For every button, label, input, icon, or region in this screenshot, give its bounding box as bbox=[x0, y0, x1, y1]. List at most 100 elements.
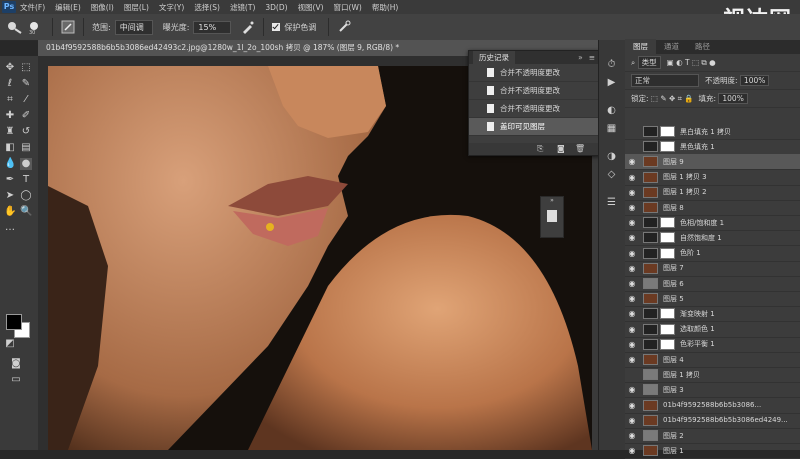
ellipse-tool-icon[interactable]: ◯ bbox=[20, 190, 32, 202]
brush-size-icon[interactable]: 30 bbox=[26, 19, 44, 35]
more-tools-icon[interactable]: … bbox=[4, 222, 16, 234]
menu-help[interactable]: 帮助(H) bbox=[372, 2, 399, 13]
lasso-tool-icon[interactable]: ℓ bbox=[4, 78, 16, 90]
menu-edit[interactable]: 编辑(E) bbox=[55, 2, 81, 13]
menu-select[interactable]: 选择(S) bbox=[194, 2, 220, 13]
visibility-eye-icon[interactable]: ◉ bbox=[625, 157, 639, 166]
zoom-tool-icon[interactable]: 🔍 bbox=[20, 206, 32, 218]
menu-window[interactable]: 窗口(W) bbox=[334, 2, 362, 13]
protect-tones-checkbox[interactable] bbox=[272, 23, 281, 31]
exposure-input[interactable]: 15% bbox=[193, 20, 232, 34]
gradient-tool-icon[interactable]: ▤ bbox=[20, 142, 32, 154]
eyedropper-tool-icon[interactable]: ⁄ bbox=[20, 94, 32, 106]
layer-row[interactable]: 黑色填充 1 bbox=[625, 139, 800, 156]
menu-layer[interactable]: 图层(L) bbox=[124, 2, 149, 13]
actions-panel-icon[interactable]: ▶ bbox=[605, 76, 618, 89]
pen-tool-icon[interactable]: ✒ bbox=[4, 174, 16, 186]
tab-layers[interactable]: 图层 bbox=[625, 39, 656, 54]
layer-row[interactable]: ◉ 图层 7 bbox=[625, 261, 800, 277]
snapshot-icon[interactable]: ◙ bbox=[557, 144, 565, 153]
fill-input[interactable]: 100% bbox=[718, 93, 748, 104]
layer-row[interactable]: ◉ 图层 4 bbox=[625, 352, 800, 368]
layer-row[interactable]: 黑白填充 1 拷贝 bbox=[625, 124, 800, 140]
layer-row[interactable]: ◉ 图层 5 bbox=[625, 291, 800, 308]
history-tab[interactable]: 历史记录 bbox=[473, 51, 515, 64]
menu-type[interactable]: 文字(Y) bbox=[159, 2, 184, 13]
styles-panel-icon[interactable]: ◇ bbox=[605, 168, 618, 181]
document-icon[interactable] bbox=[547, 210, 557, 222]
layer-row[interactable]: ◉ 色相/饱和度 1 bbox=[625, 215, 800, 232]
blend-mode-select[interactable]: 正常 bbox=[631, 74, 699, 87]
stamp-tool-icon[interactable]: ♜ bbox=[4, 126, 16, 138]
crop-tool-icon[interactable]: ⌗ bbox=[4, 94, 16, 106]
layer-row[interactable]: ◉ 图层 2 bbox=[625, 428, 800, 444]
new-document-icon[interactable]: ⎘ bbox=[537, 144, 543, 154]
layer-row[interactable]: ◉ 01b4f9592588b6b5b3086ed4249... bbox=[625, 413, 800, 429]
range-select[interactable]: 中间调 bbox=[114, 19, 153, 35]
layer-row[interactable]: ◉ 图层 1 拷贝 3 bbox=[625, 170, 800, 186]
layer-row[interactable]: ◉ 色阶 1 bbox=[625, 246, 800, 262]
history-item[interactable]: 合并不透明度更改 bbox=[469, 100, 599, 118]
opacity-input[interactable]: 100% bbox=[739, 75, 770, 86]
menu-image[interactable]: 图像(I) bbox=[91, 2, 114, 13]
visibility-eye-icon[interactable]: ◉ bbox=[625, 325, 639, 334]
healing-tool-icon[interactable]: ✚ bbox=[4, 110, 16, 122]
history-panel-icon[interactable]: ⏱ bbox=[605, 58, 618, 71]
properties-panel-icon[interactable]: ☰ bbox=[605, 196, 618, 209]
layer-row[interactable]: ◉ 图层 6 bbox=[625, 276, 800, 292]
layer-row[interactable]: ◉ 图层 9 bbox=[625, 154, 800, 171]
layer-row[interactable]: ◉ 图层 3 bbox=[625, 382, 800, 399]
tab-channels[interactable]: 通道 bbox=[656, 39, 687, 54]
brush-panel-icon[interactable] bbox=[61, 20, 75, 34]
layer-row[interactable]: ◉ 图层 1 拷贝 2 bbox=[625, 185, 800, 201]
visibility-eye-icon[interactable]: ◉ bbox=[625, 203, 639, 212]
menu-filter[interactable]: 滤镜(T) bbox=[230, 2, 255, 13]
menu-view[interactable]: 视图(V) bbox=[298, 2, 324, 13]
airbrush-icon[interactable] bbox=[241, 20, 255, 34]
foreground-color-swatch[interactable] bbox=[6, 314, 22, 330]
layer-row[interactable]: ◉ 色彩平衡 1 bbox=[625, 337, 800, 353]
panel-menu-icon[interactable]: ≡ bbox=[589, 53, 595, 62]
visibility-eye-icon[interactable]: ◉ bbox=[625, 340, 639, 349]
visibility-eye-icon[interactable]: ◉ bbox=[625, 416, 639, 425]
type-tool-icon[interactable]: T bbox=[20, 174, 32, 186]
menu-3d[interactable]: 3D(D) bbox=[265, 3, 287, 12]
visibility-eye-icon[interactable]: ◉ bbox=[625, 294, 639, 303]
pressure-icon[interactable] bbox=[337, 20, 351, 34]
history-item[interactable]: 合并不透明度更改 bbox=[469, 64, 599, 82]
dodge-tool-active-icon[interactable]: ● bbox=[20, 158, 32, 170]
lock-icons[interactable]: ⬚ ✎ ✥ ⌗ 🔒 bbox=[651, 94, 694, 104]
visibility-eye-icon[interactable]: ◉ bbox=[625, 264, 639, 273]
visibility-eye-icon[interactable]: ◉ bbox=[625, 355, 639, 364]
marquee-tool-icon[interactable]: ⬚ bbox=[20, 62, 32, 74]
tab-paths[interactable]: 路径 bbox=[687, 39, 718, 54]
trash-icon[interactable]: 🗑 bbox=[575, 144, 585, 153]
path-select-tool-icon[interactable]: ➤ bbox=[4, 190, 16, 202]
blur-tool-icon[interactable]: 💧 bbox=[4, 158, 16, 170]
visibility-eye-icon[interactable]: ◉ bbox=[625, 188, 639, 197]
dodge-tool-icon[interactable] bbox=[6, 19, 26, 35]
filter-icons[interactable]: ▣ ◐ T ⬚ ⧉ ● bbox=[667, 58, 716, 68]
history-brush-tool-icon[interactable]: ↺ bbox=[20, 126, 32, 138]
visibility-eye-icon[interactable]: ◉ bbox=[625, 279, 639, 288]
layer-row[interactable]: ◉ 01b4f9592588b6b5b3086... bbox=[625, 398, 800, 414]
brush-tool-icon[interactable]: ✐ bbox=[20, 110, 32, 122]
visibility-eye-icon[interactable]: ◉ bbox=[625, 309, 639, 318]
quick-select-tool-icon[interactable]: ✎ bbox=[20, 78, 32, 90]
swatches-panel-icon[interactable]: ▦ bbox=[605, 122, 618, 135]
visibility-eye-icon[interactable]: ◉ bbox=[625, 431, 639, 440]
layer-row[interactable]: ◉ 自然饱和度 1 bbox=[625, 230, 800, 247]
color-panel-icon[interactable]: ◐ bbox=[605, 104, 618, 117]
layer-row[interactable]: ◉ 图层 8 bbox=[625, 200, 800, 216]
quick-mask-icon[interactable]: ◙ bbox=[10, 358, 22, 370]
default-colors-icon[interactable]: ◩ bbox=[4, 338, 16, 350]
adjustments-panel-icon[interactable]: ◑ bbox=[605, 150, 618, 163]
eraser-tool-icon[interactable]: ◧ bbox=[4, 142, 16, 154]
panel-collapse-icon[interactable]: » bbox=[578, 53, 583, 62]
layer-row[interactable]: ◉ 渐变映射 1 bbox=[625, 306, 800, 323]
visibility-eye-icon[interactable]: ◉ bbox=[625, 385, 639, 394]
layer-row[interactable]: ◉ 选取颜色 1 bbox=[625, 322, 800, 338]
history-item[interactable]: 合并不透明度更改 bbox=[469, 82, 599, 100]
move-tool-icon[interactable]: ✥ bbox=[4, 62, 16, 74]
visibility-eye-icon[interactable]: ◉ bbox=[625, 233, 639, 242]
